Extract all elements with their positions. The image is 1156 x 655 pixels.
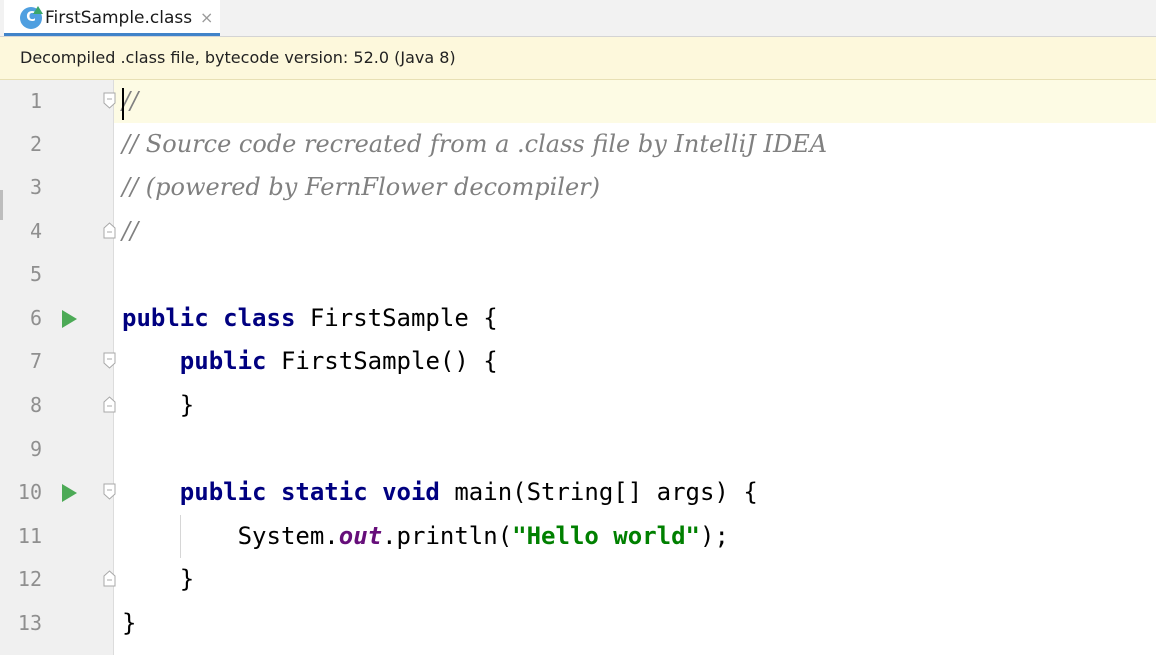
line-number: 2 (29, 132, 42, 156)
tab-firstsample-class[interactable]: C FirstSample.class × (4, 0, 220, 36)
code-line: 3 // (powered by FernFlower decompiler) (0, 166, 1156, 209)
string-literal: "Hello world" (512, 522, 700, 550)
line-number: 9 (29, 437, 42, 461)
code-line: 11 System.out.println("Hello world"); (0, 515, 1156, 558)
code-token: ); (700, 522, 729, 550)
code-text: public class FirstSample { (122, 297, 498, 340)
close-icon[interactable]: × (200, 8, 213, 27)
code-line: 13 } (0, 602, 1156, 645)
run-icon[interactable] (62, 484, 77, 502)
code-token: main(String[] args) { (439, 478, 758, 506)
line-number: 7 (29, 349, 42, 373)
run-icon[interactable] (62, 310, 77, 328)
banner-text: Decompiled .class file, bytecode version… (20, 48, 456, 67)
fold-start-icon[interactable] (103, 352, 116, 369)
class-file-badge-icon (33, 6, 43, 14)
code-line: 6 public class FirstSample { (0, 297, 1156, 340)
line-number: 1 (29, 89, 42, 113)
fold-end-icon[interactable] (103, 396, 116, 413)
code-line: 5 (0, 253, 1156, 296)
code-text: } (122, 391, 195, 419)
code-line: 2 // Source code recreated from a .class… (0, 123, 1156, 166)
keyword: public class (122, 304, 296, 332)
code-line: 9 (0, 428, 1156, 471)
code-text: public static void main(String[] args) { (122, 471, 758, 514)
line-number: 10 (17, 480, 42, 504)
fold-end-icon[interactable] (103, 222, 116, 239)
code-line: 10 public static void main(String[] args… (0, 471, 1156, 514)
editor-tab-bar: C FirstSample.class × (0, 0, 1156, 37)
code-text: } (122, 609, 137, 637)
code-token: System. (122, 522, 339, 550)
code-text: // Source code recreated from a .class f… (122, 130, 828, 158)
code-text: // (122, 217, 139, 245)
code-text: } (122, 565, 195, 593)
static-field: out (338, 522, 383, 550)
code-line: 8 } (0, 384, 1156, 427)
fold-start-icon[interactable] (103, 483, 116, 500)
line-number: 8 (29, 393, 42, 417)
line-number: 4 (29, 219, 42, 243)
line-number: 12 (17, 567, 42, 591)
code-line: 7 public FirstSample() { (0, 340, 1156, 383)
line-number: 3 (29, 175, 42, 199)
keyword: public static void (179, 478, 440, 506)
code-text: // (powered by FernFlower decompiler) (122, 173, 601, 201)
code-line: 4 // (0, 210, 1156, 253)
code-line: 12 } (0, 558, 1156, 601)
code-text: public FirstSample() { (122, 340, 498, 383)
line-number: 5 (29, 262, 42, 286)
fold-start-icon[interactable] (103, 92, 116, 109)
fold-end-icon[interactable] (103, 570, 116, 587)
line-number: 6 (29, 306, 42, 330)
keyword: public (179, 347, 267, 375)
line-number: 13 (17, 611, 42, 635)
code-text: System.out.println("Hello world"); (122, 515, 729, 558)
code-token: FirstSample { (295, 304, 498, 332)
code-line: 1 // (0, 80, 1156, 123)
tab-label: FirstSample.class (45, 8, 193, 28)
decompiled-notice-banner: Decompiled .class file, bytecode version… (0, 37, 1156, 80)
code-token: .println( (382, 522, 513, 550)
code-token: FirstSample() { (266, 347, 498, 375)
code-text: // (122, 87, 139, 115)
line-number: 11 (17, 524, 42, 548)
text-caret (122, 88, 124, 120)
